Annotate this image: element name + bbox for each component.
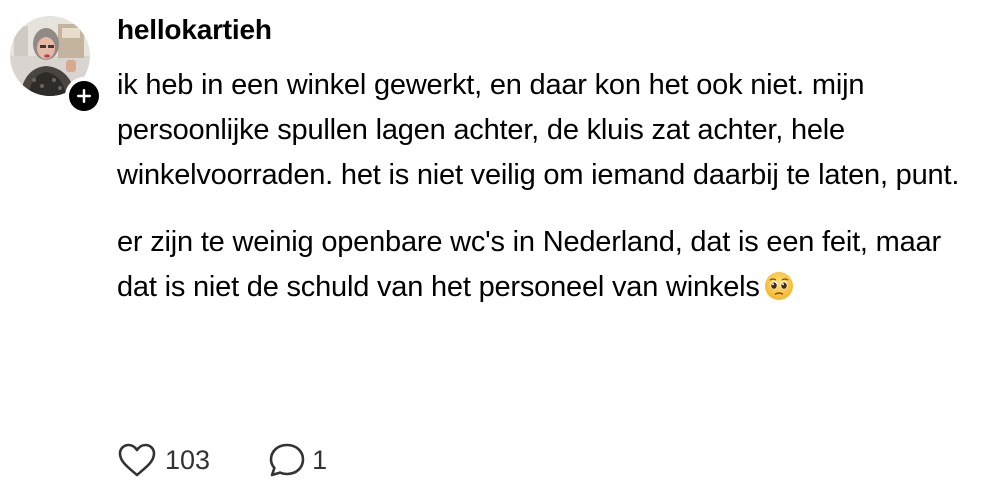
reply-count: 1: [312, 445, 328, 475]
reply-button[interactable]: 1: [268, 442, 327, 478]
comment-paragraph-1: ik heb in een winkel gewerkt, en daar ko…: [117, 69, 960, 191]
action-bar: 103 1: [117, 440, 385, 480]
speech-bubble-icon: [269, 443, 305, 477]
username[interactable]: hellokartieh: [117, 12, 272, 48]
pleading-face-emoji: [764, 270, 794, 315]
follow-button-inner: [69, 81, 99, 111]
plus-icon: [77, 89, 91, 103]
like-button[interactable]: 103: [117, 442, 210, 478]
like-count: 103: [165, 445, 211, 475]
comment-body: ik heb in een winkel gewerkt, en daar ko…: [117, 63, 967, 315]
heart-icon: [118, 443, 156, 477]
comment-paragraph-2: er zijn te weinig openbare wc's in Neder…: [117, 220, 967, 315]
comment-paragraph-2-text: er zijn te weinig openbare wc's in Neder…: [117, 226, 941, 303]
follow-button[interactable]: [65, 77, 103, 115]
avatar-container: [10, 16, 103, 115]
comment-post: hellokartieh ik heb in een winkel gewerk…: [0, 0, 984, 490]
